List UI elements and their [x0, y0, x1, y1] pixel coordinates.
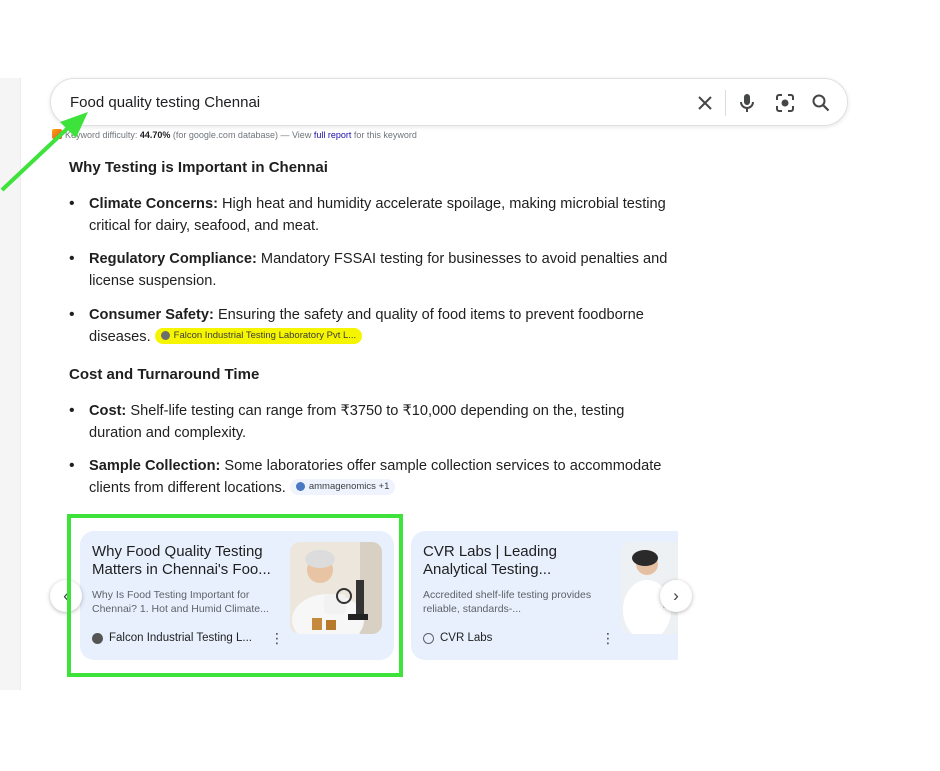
bullet-dot: •: [69, 402, 75, 419]
card-source-label: CVR Labs: [440, 632, 493, 644]
section-heading-cost: Cost and Turnaround Time: [69, 366, 260, 383]
full-report-link[interactable]: full report: [314, 130, 352, 140]
annotation-arrow-icon: [0, 112, 88, 192]
search-icon[interactable]: [809, 91, 833, 115]
bullet-title: Consumer Safety:: [89, 307, 214, 323]
source-chip-falcon[interactable]: Falcon Industrial Testing Laboratory Pvt…: [154, 327, 363, 344]
bullet-title: Climate Concerns:: [89, 196, 218, 212]
source-favicon-icon: [160, 331, 170, 340]
card-snippet: Accredited shelf-life testing provides r…: [423, 589, 592, 615]
bullet-dot: •: [69, 250, 75, 267]
kd-db-text: (for google.com database) — View: [170, 130, 314, 140]
camera-lens-icon[interactable]: [773, 91, 797, 115]
bullet-dot: •: [69, 306, 75, 323]
search-divider: [725, 90, 726, 116]
card-source: CVR Labs: [423, 632, 492, 644]
bullet-title: Regulatory Compliance:: [89, 251, 257, 267]
close-icon[interactable]: [693, 91, 717, 115]
annotation-highlight-box: [67, 514, 403, 677]
microphone-icon[interactable]: [735, 91, 759, 115]
bullet-title: Cost:: [89, 403, 127, 419]
bullet-dot: •: [69, 457, 75, 474]
bullet-title: Sample Collection:: [89, 458, 221, 474]
bullet-text: Shelf-life testing can range from ₹3750 …: [89, 403, 625, 441]
more-options-icon[interactable]: ⋮: [601, 630, 615, 647]
card-title[interactable]: CVR Labs | Leading Analytical Testing...: [423, 543, 615, 579]
source-card-cvr-labs[interactable]: CVR Labs | Leading Analytical Testing...…: [411, 531, 678, 660]
search-bar[interactable]: Food quality testing Chennai: [50, 78, 848, 126]
source-chip-label: ammagenomics +1: [308, 480, 390, 492]
kd-value: 44.70%: [139, 130, 171, 140]
source-chip-ammagenomics[interactable]: ammagenomics +1: [289, 478, 396, 495]
carousel-next-button[interactable]: ›: [660, 580, 692, 612]
kd-suffix: for this keyword: [351, 130, 417, 140]
source-chip-label: Falcon Industrial Testing Laboratory Pvt…: [173, 329, 357, 341]
source-favicon-icon: [295, 482, 305, 491]
source-favicon-icon: [423, 632, 434, 644]
